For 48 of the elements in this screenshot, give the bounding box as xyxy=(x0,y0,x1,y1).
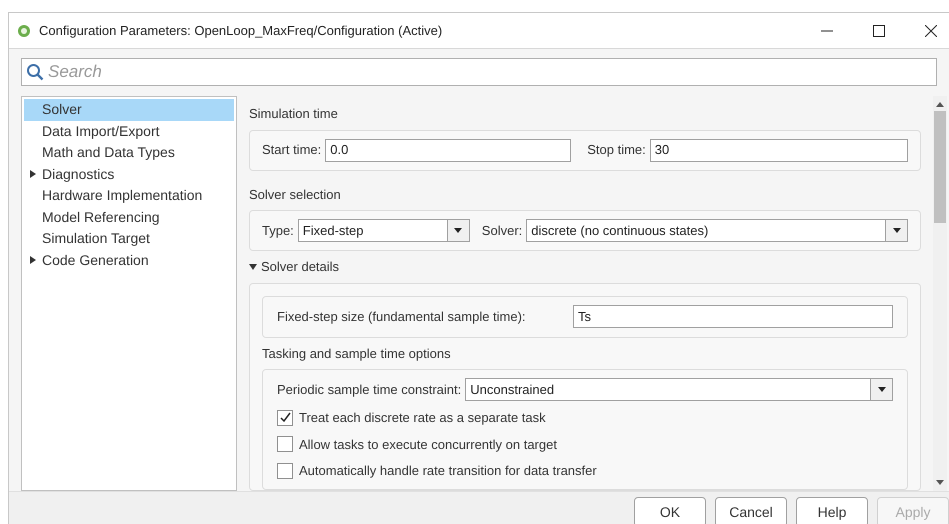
checkbox[interactable] xyxy=(277,436,293,452)
search-icon xyxy=(26,63,44,81)
check-icon xyxy=(280,412,290,424)
caret-icon xyxy=(878,387,886,392)
sidebar-item[interactable]: Data Import/Export xyxy=(24,120,234,142)
field-label: Fixed-step size (fundamental sample time): xyxy=(277,308,526,324)
section-title: Simulation time xyxy=(249,105,339,123)
dialog-button[interactable]: Cancel xyxy=(715,497,787,524)
field-label: Periodic sample time constraint: xyxy=(277,380,462,399)
section-title: Tasking and sample time options xyxy=(262,344,452,363)
checkbox-label: Automatically handle rate transition for data transfer xyxy=(299,462,597,480)
field-label: Start time: xyxy=(262,141,322,160)
dialog-button[interactable]: OK xyxy=(634,497,706,524)
checkbox[interactable] xyxy=(277,410,293,426)
checkbox[interactable] xyxy=(277,462,293,479)
dialog-button[interactable]: Help xyxy=(796,497,868,524)
sidebar-item[interactable]: Math and Data Types xyxy=(24,142,234,164)
input-field[interactable]: 0.0 xyxy=(325,138,572,162)
input-field[interactable]: Ts xyxy=(573,305,893,328)
dropdown[interactable]: discrete (no continuous states) xyxy=(526,219,908,242)
search-field[interactable]: Search xyxy=(21,58,937,86)
close-icon[interactable] xyxy=(925,24,937,36)
checkbox-label: Allow tasks to execute concurrently on target xyxy=(299,436,557,454)
sidebar-item[interactable]: Code Generation xyxy=(24,250,234,271)
sidebar-item[interactable]: Hardware Implementation xyxy=(24,185,234,206)
sidebar-item[interactable]: Diagnostics xyxy=(24,164,234,185)
caret-icon xyxy=(892,228,900,233)
dropdown[interactable]: Unconstrained xyxy=(465,378,893,401)
input-field[interactable]: 30 xyxy=(650,138,908,162)
section-title: Solver selection xyxy=(249,186,342,204)
sidebar-item[interactable]: Simulation Target xyxy=(24,228,234,250)
checkbox-label: Treat each discrete rate as a separate task xyxy=(299,409,546,427)
caret-icon xyxy=(454,228,462,233)
field-label: Stop time: xyxy=(587,141,646,160)
field-label: Solver: xyxy=(482,222,522,240)
expand-arrow-icon[interactable] xyxy=(30,170,36,178)
app-logo-icon xyxy=(17,24,31,38)
sidebar-item[interactable]: Model Referencing xyxy=(24,206,234,228)
field-label: Type: xyxy=(262,222,294,240)
window-title: Configuration Parameters: OpenLoop_MaxFreq/Configuration (Active) xyxy=(39,22,444,40)
section-toggle[interactable]: Solver details xyxy=(249,257,921,276)
scroll-down-icon[interactable] xyxy=(936,480,944,484)
sidebar-item[interactable]: Solver xyxy=(24,99,234,120)
expand-arrow-icon[interactable] xyxy=(30,256,36,264)
scroll-up-icon[interactable] xyxy=(936,102,944,107)
scroll-thumb[interactable] xyxy=(934,111,946,223)
maximize-icon[interactable] xyxy=(873,24,885,36)
dropdown[interactable]: Fixed-step xyxy=(298,219,470,242)
